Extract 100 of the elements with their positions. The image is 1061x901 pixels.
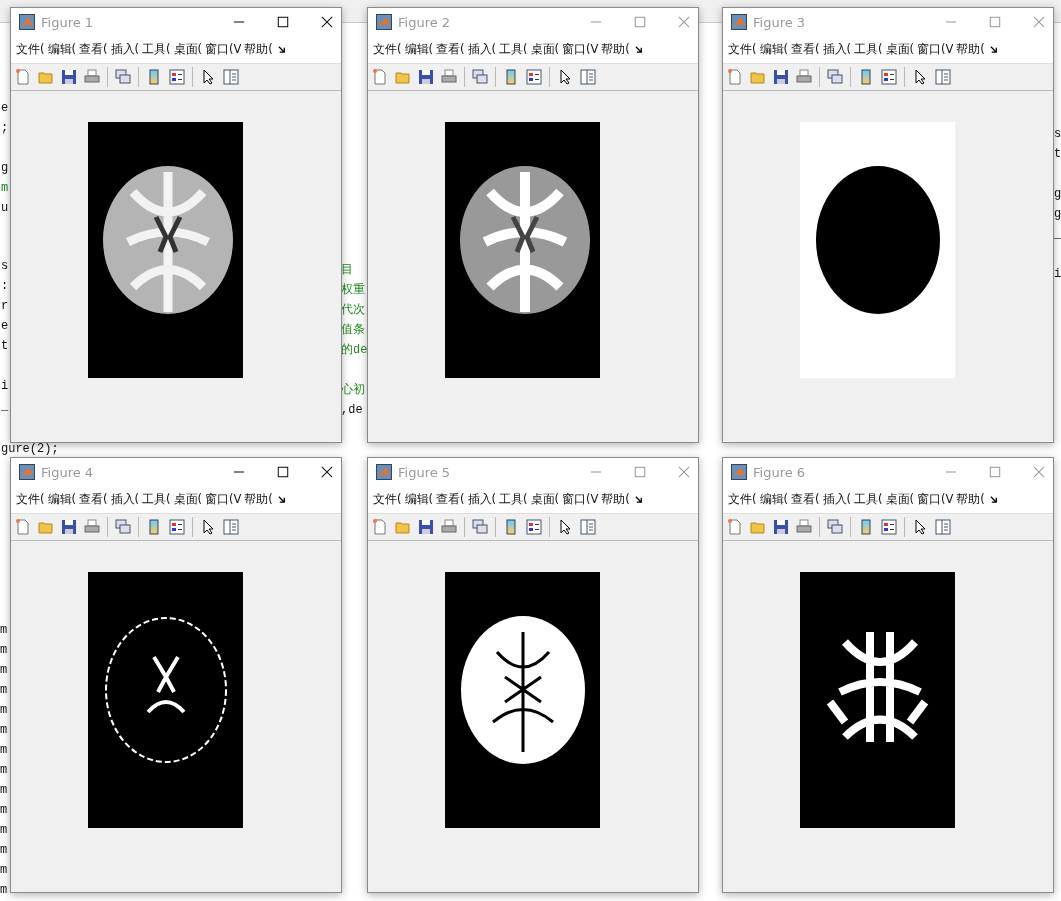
property-panel-icon[interactable] — [935, 69, 951, 85]
menu-item[interactable]: 编辑( — [759, 42, 788, 57]
legend-icon[interactable] — [881, 69, 897, 85]
menu-item[interactable]: 帮助( — [244, 492, 273, 507]
overflow-arrow-icon[interactable] — [277, 45, 287, 54]
menu-item[interactable]: 插入( — [822, 42, 851, 57]
menu-item[interactable]: 工具( — [499, 42, 528, 57]
menu-item[interactable]: 桌面( — [885, 492, 914, 507]
printer-icon[interactable] — [441, 519, 457, 535]
menu-item[interactable]: 编辑( — [47, 492, 76, 507]
save-icon[interactable] — [61, 69, 77, 85]
menu-item[interactable]: 窗口(V — [562, 42, 599, 57]
colorbar-icon[interactable] — [146, 69, 162, 85]
menu-item[interactable]: 窗口(V — [205, 492, 242, 507]
pointer-icon[interactable] — [557, 519, 573, 535]
menu-item[interactable]: 插入( — [110, 492, 139, 507]
close-icon[interactable] — [321, 16, 333, 28]
save-icon[interactable] — [773, 69, 789, 85]
legend-icon[interactable] — [526, 69, 542, 85]
menu-item[interactable]: 窗口(V — [917, 42, 954, 57]
save-icon[interactable] — [61, 519, 77, 535]
overflow-arrow-icon[interactable] — [634, 495, 644, 504]
menu-item[interactable]: 插入( — [822, 492, 851, 507]
pointer-icon[interactable] — [912, 519, 928, 535]
menu-item[interactable]: 帮助( — [601, 492, 630, 507]
legend-icon[interactable] — [881, 519, 897, 535]
pointer-icon[interactable] — [912, 69, 928, 85]
menu-item[interactable]: 桌面( — [530, 42, 559, 57]
menu-item[interactable]: 文件( — [373, 492, 402, 507]
pointer-icon[interactable] — [200, 69, 216, 85]
menu-item[interactable]: 编辑( — [404, 42, 433, 57]
menu-item[interactable]: 工具( — [142, 492, 171, 507]
printer-icon[interactable] — [84, 69, 100, 85]
menu-item[interactable]: 工具( — [854, 42, 883, 57]
menu-item[interactable]: 插入( — [110, 42, 139, 57]
linked-windows-icon[interactable] — [472, 69, 488, 85]
new-file-icon[interactable] — [372, 519, 388, 535]
menu-item[interactable]: 工具( — [854, 492, 883, 507]
save-icon[interactable] — [418, 519, 434, 535]
pointer-icon[interactable] — [557, 69, 573, 85]
menu-item[interactable]: 查看( — [436, 42, 465, 57]
colorbar-icon[interactable] — [503, 519, 519, 535]
menu-item[interactable]: 查看( — [791, 42, 820, 57]
linked-windows-icon[interactable] — [115, 519, 131, 535]
legend-icon[interactable] — [169, 519, 185, 535]
maximize-icon[interactable] — [277, 16, 289, 28]
overflow-arrow-icon[interactable] — [989, 495, 999, 504]
new-file-icon[interactable] — [15, 519, 31, 535]
menu-item[interactable]: 桌面( — [530, 492, 559, 507]
close-icon[interactable] — [321, 466, 333, 478]
legend-icon[interactable] — [526, 519, 542, 535]
menu-item[interactable]: 帮助( — [956, 492, 985, 507]
save-icon[interactable] — [773, 519, 789, 535]
menu-item[interactable]: 帮助( — [601, 42, 630, 57]
menu-item[interactable]: 桌面( — [173, 42, 202, 57]
property-panel-icon[interactable] — [580, 69, 596, 85]
menu-item[interactable]: 文件( — [16, 42, 45, 57]
colorbar-icon[interactable] — [858, 69, 874, 85]
linked-windows-icon[interactable] — [827, 519, 843, 535]
menu-item[interactable]: 编辑( — [47, 42, 76, 57]
menu-item[interactable]: 插入( — [467, 492, 496, 507]
menu-item[interactable]: 查看( — [436, 492, 465, 507]
menu-item[interactable]: 帮助( — [956, 42, 985, 57]
printer-icon[interactable] — [796, 519, 812, 535]
new-file-icon[interactable] — [727, 519, 743, 535]
menu-item[interactable]: 工具( — [499, 492, 528, 507]
menu-item[interactable]: 文件( — [373, 42, 402, 57]
printer-icon[interactable] — [84, 519, 100, 535]
menu-item[interactable]: 查看( — [79, 42, 108, 57]
colorbar-icon[interactable] — [503, 69, 519, 85]
colorbar-icon[interactable] — [858, 519, 874, 535]
property-panel-icon[interactable] — [223, 69, 239, 85]
colorbar-icon[interactable] — [146, 519, 162, 535]
linked-windows-icon[interactable] — [472, 519, 488, 535]
menu-item[interactable]: 帮助( — [244, 42, 273, 57]
save-icon[interactable] — [418, 69, 434, 85]
overflow-arrow-icon[interactable] — [277, 495, 287, 504]
property-panel-icon[interactable] — [580, 519, 596, 535]
menu-item[interactable]: 文件( — [728, 42, 757, 57]
menu-item[interactable]: 文件( — [16, 492, 45, 507]
linked-windows-icon[interactable] — [115, 69, 131, 85]
menu-item[interactable]: 查看( — [79, 492, 108, 507]
menu-item[interactable]: 工具( — [142, 42, 171, 57]
overflow-arrow-icon[interactable] — [989, 45, 999, 54]
linked-windows-icon[interactable] — [827, 69, 843, 85]
new-file-icon[interactable] — [15, 69, 31, 85]
menu-item[interactable]: 编辑( — [404, 492, 433, 507]
menu-item[interactable]: 文件( — [728, 492, 757, 507]
printer-icon[interactable] — [796, 69, 812, 85]
new-file-icon[interactable] — [372, 69, 388, 85]
printer-icon[interactable] — [441, 69, 457, 85]
legend-icon[interactable] — [169, 69, 185, 85]
new-file-icon[interactable] — [727, 69, 743, 85]
pointer-icon[interactable] — [200, 519, 216, 535]
property-panel-icon[interactable] — [223, 519, 239, 535]
menu-item[interactable]: 桌面( — [885, 42, 914, 57]
maximize-icon[interactable] — [277, 466, 289, 478]
menu-item[interactable]: 窗口(V — [917, 492, 954, 507]
overflow-arrow-icon[interactable] — [634, 45, 644, 54]
property-panel-icon[interactable] — [935, 519, 951, 535]
